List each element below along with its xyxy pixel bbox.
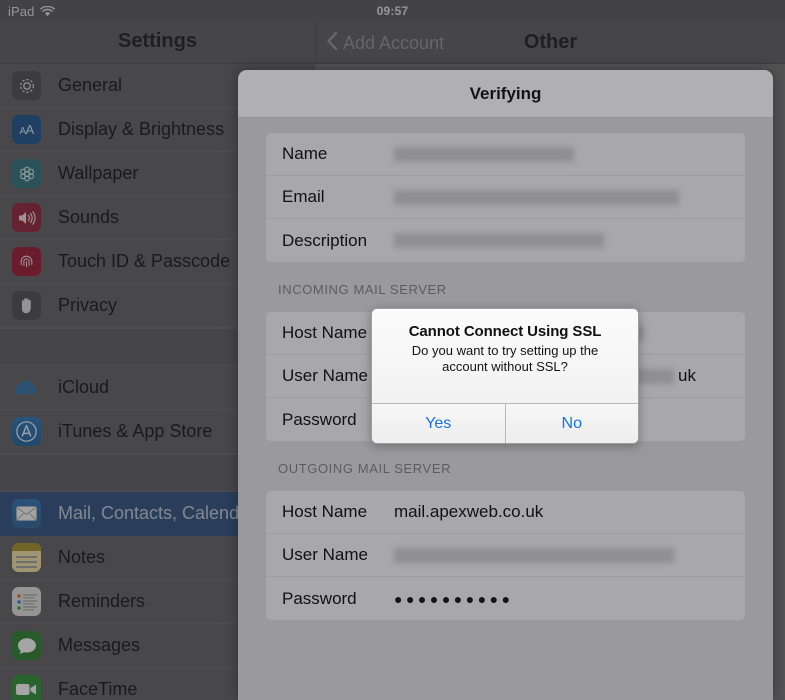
envelope-icon (12, 499, 41, 528)
field-value-redacted (394, 146, 574, 162)
notes-icon (12, 543, 41, 572)
sidebar-item-label: Mail, Contacts, Calendars (58, 503, 265, 523)
field-label: User Name (282, 545, 368, 564)
settings-title: Settings (118, 30, 197, 52)
ipad-screen: iPad 09:57 Settings Add Account Other Ge… (0, 0, 785, 700)
flower-icon (12, 159, 41, 188)
navigation-bar: Settings Add Account Other (0, 22, 785, 64)
outgoing-section-header: OUTGOING MAIL SERVER (278, 461, 452, 476)
field-row[interactable]: Host Name mail.apexweb.co.uk (266, 491, 745, 534)
sidebar-item-label: Messages (58, 635, 141, 655)
alert-content: Cannot Connect Using SSL Do you want to … (372, 309, 638, 403)
field-value-redacted (394, 233, 604, 248)
fingerprint-icon (12, 247, 41, 276)
video-camera-icon (12, 675, 41, 700)
field-label: Description (282, 230, 368, 250)
incoming-section-header: INCOMING MAIL SERVER (278, 282, 447, 297)
field-row[interactable]: Password ●●●●●●●●●● (266, 577, 745, 620)
sidebar-item-label: Wallpaper (58, 163, 139, 183)
account-info-group: Name Email Description (266, 133, 745, 262)
field-row[interactable]: Email (266, 176, 745, 219)
sidebar-item-label: FaceTime (58, 679, 138, 699)
alert-yes-button[interactable]: Yes (372, 404, 505, 443)
modal-header: Verifying (238, 70, 773, 118)
field-label: Name (282, 144, 328, 163)
speaker-icon (12, 203, 41, 232)
outgoing-mail-server-group: Host Name mail.apexweb.co.uk User Name Pass… (266, 491, 745, 620)
reminders-icon (12, 587, 41, 616)
field-row[interactable]: Description (266, 219, 745, 262)
sidebar-item-label: Privacy (58, 295, 118, 315)
gear-icon (12, 71, 41, 100)
field-value-redacted (394, 189, 679, 205)
field-value: mail.apexweb.co.uk (394, 502, 544, 521)
sidebar-item-label: General (58, 75, 123, 95)
sidebar-item-label: Display & Brightness (58, 119, 225, 139)
alert-title: Cannot Connect Using SSL (408, 323, 602, 340)
alert-no-button[interactable]: No (506, 404, 639, 443)
field-label: Email (282, 187, 325, 206)
sidebar-item-label: iTunes & App Store (58, 421, 213, 441)
app-store-icon (12, 417, 41, 446)
hand-icon (12, 291, 41, 320)
field-value-redacted (394, 547, 674, 563)
speech-bubble-icon (12, 631, 41, 660)
sidebar-item-label: Notes (58, 547, 106, 567)
field-value-tail: uk (678, 366, 696, 385)
field-value: ●●●●●●●●●● (394, 590, 514, 607)
field-label: Host Name (282, 502, 368, 521)
status-bar: iPad 09:57 (0, 0, 785, 22)
sidebar-item-label: Sounds (58, 207, 120, 227)
field-row[interactable]: Name (266, 133, 745, 176)
field-row[interactable]: User Name (266, 534, 745, 577)
modal-title: Verifying (469, 83, 542, 103)
field-label: Password (282, 588, 357, 608)
cloud-icon (12, 373, 41, 402)
sidebar-item-label: Reminders (58, 591, 146, 611)
page-title: Other (523, 31, 578, 53)
sidebar-item-label: iCloud (58, 377, 110, 397)
ssl-alert-dialog: Cannot Connect Using SSL Do you want to … (371, 308, 639, 444)
sidebar-item-label: Touch ID & Passcode (58, 251, 231, 271)
letters-aa-icon: AA (12, 115, 41, 144)
status-bar-time: 09:57 (376, 4, 409, 18)
alert-button-row: Yes No (372, 403, 638, 443)
alert-message: Do you want to try setting up the accoun… (411, 343, 599, 375)
